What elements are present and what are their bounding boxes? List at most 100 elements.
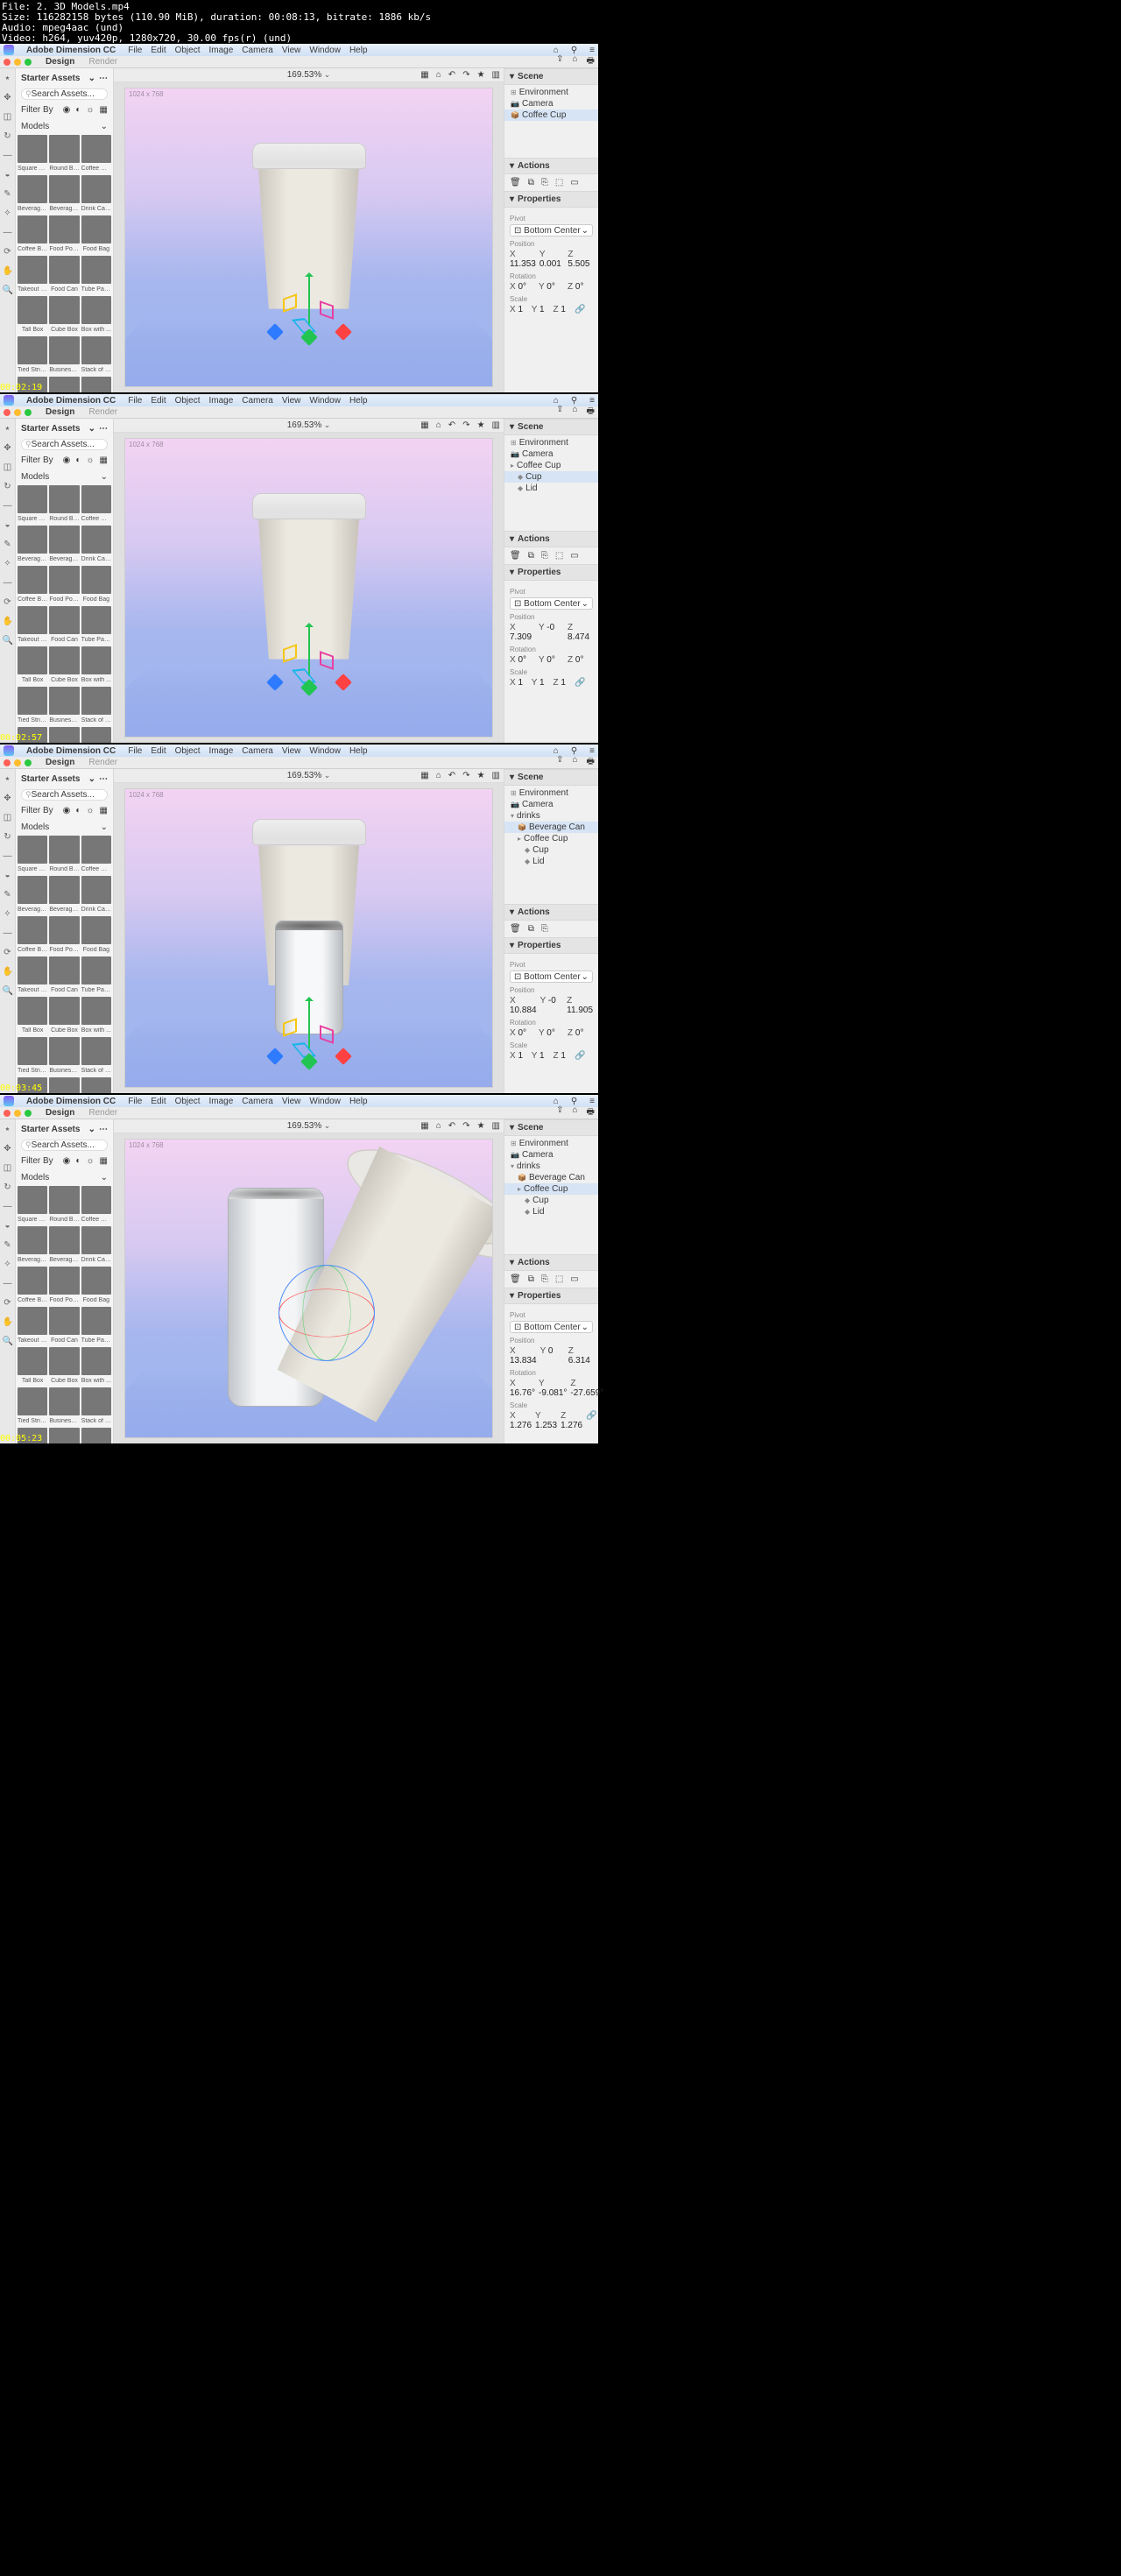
asset-thumb[interactable] [49, 1307, 79, 1335]
scale-tool-icon[interactable]: ◫ [3, 112, 13, 123]
action-button[interactable]: ⬚ [555, 1274, 563, 1284]
window-controls[interactable] [4, 1110, 32, 1117]
asset-thumb[interactable] [18, 876, 47, 904]
asset-thumb[interactable] [49, 727, 79, 743]
action-button[interactable]: ⧉ [528, 1274, 534, 1284]
action-button[interactable]: ⎘ [541, 551, 548, 561]
asset-thumb[interactable] [18, 485, 47, 513]
chevron-down-icon[interactable]: ⌄ [88, 424, 95, 434]
filter-models-icon[interactable]: ◉ [63, 1156, 71, 1166]
wand-tool-icon[interactable]: ✧ [3, 559, 13, 569]
menu-file[interactable]: File [128, 46, 142, 55]
redo-icon[interactable]: ↷ [462, 771, 469, 780]
undo-icon[interactable]: ↶ [448, 420, 455, 430]
menu-file[interactable]: File [128, 746, 142, 756]
chevron-down-icon[interactable]: ▾ [510, 72, 514, 81]
chevron-down-icon[interactable]: ⌄ [101, 822, 108, 832]
tree-item[interactable]: ▸Coffee Cup [504, 833, 598, 844]
chevron-down-icon[interactable]: ▾ [510, 568, 514, 577]
action-button[interactable]: ⧉ [528, 551, 534, 561]
asset-thumb[interactable] [49, 646, 79, 674]
orbit-tool-icon[interactable]: ⟳ [3, 597, 13, 608]
tree-item[interactable]: ⊞Environment [504, 87, 598, 98]
tab-design[interactable]: Design [46, 407, 74, 417]
camera-icon[interactable]: ⌂ [436, 70, 441, 80]
rotate-tool-icon[interactable]: ↻ [3, 1182, 13, 1193]
asset-thumb[interactable] [49, 1077, 79, 1093]
asset-thumb[interactable] [18, 997, 47, 1025]
render-preview-icon[interactable]: ▥ [492, 420, 500, 430]
asset-thumb[interactable] [18, 1186, 47, 1214]
tab-design[interactable]: Design [46, 758, 74, 767]
canvas-area[interactable]: 169.53% ⌄ ▦ ⌂ ↶ ↷ ★ ▥ 1024 x 768 [114, 68, 504, 392]
redo-icon[interactable]: ↷ [462, 420, 469, 430]
tree-item[interactable]: 📦Beverage Can [504, 1172, 598, 1183]
wand-tool-icon[interactable]: ✧ [3, 208, 13, 219]
asset-thumb[interactable] [81, 836, 111, 864]
tree-item[interactable]: ◆Lid [504, 1206, 598, 1217]
asset-thumb[interactable] [49, 956, 79, 985]
action-button[interactable]: ⬚ [555, 551, 563, 561]
tab-design[interactable]: Design [46, 57, 74, 67]
cloud-icon[interactable]: ⌂ [553, 1097, 559, 1106]
bookmark-icon[interactable]: ★ [477, 1121, 485, 1131]
wand-tool-icon[interactable]: ✧ [3, 909, 13, 920]
pivot-select[interactable]: ⊡ Bottom Center⌄ [510, 597, 593, 610]
asset-thumb[interactable] [18, 1387, 47, 1415]
window-controls[interactable] [4, 759, 32, 766]
asset-thumb[interactable] [49, 1387, 79, 1415]
chevron-down-icon[interactable]: ⌄ [88, 1125, 95, 1134]
tree-item[interactable]: ▸Coffee Cup [504, 1183, 598, 1195]
menu-camera[interactable]: Camera [242, 396, 273, 406]
filter-materials-icon[interactable]: ◐ [75, 1156, 81, 1166]
action-button[interactable]: 🗑 [510, 924, 521, 934]
filter-lights-icon[interactable]: ☼ [86, 1156, 94, 1166]
asset-thumb[interactable] [81, 687, 111, 715]
asset-thumb[interactable] [81, 1077, 111, 1093]
menu-camera[interactable]: Camera [242, 1097, 273, 1106]
menu-help[interactable]: Help [349, 746, 368, 756]
scale-xyz[interactable]: X 1Y 1Z 1🔗 [510, 305, 593, 314]
filter-images-icon[interactable]: ▦ [100, 806, 108, 815]
menu-image[interactable]: Image [209, 46, 234, 55]
chevron-down-icon[interactable]: ⌄ [101, 122, 108, 131]
asset-thumb[interactable] [49, 215, 79, 243]
chevron-down-icon[interactable]: ▾ [510, 1291, 514, 1301]
action-button[interactable]: ⎘ [541, 1274, 548, 1284]
asset-thumb[interactable] [49, 1186, 79, 1214]
filter-models-icon[interactable]: ◉ [63, 806, 71, 815]
asset-thumb[interactable] [18, 175, 47, 203]
rotation-xyz[interactable]: X 0°Y 0°Z 0° [510, 655, 593, 665]
asset-thumb[interactable] [49, 606, 79, 634]
cloud-icon[interactable]: ⌂ [553, 746, 559, 756]
asset-panel-title[interactable]: Starter Assets [21, 774, 80, 784]
grid-icon[interactable]: ▦ [420, 1121, 428, 1131]
rotate-tool-icon[interactable]: ↻ [3, 482, 13, 492]
orbit-tool-icon[interactable]: ⟳ [3, 948, 13, 958]
3d-viewport[interactable]: 1024 x 768 [124, 88, 493, 387]
canvas-area[interactable]: 169.53% ⌄ ▦ ⌂ ↶ ↷ ★ ▥ 1024 x 768 [114, 419, 504, 743]
menu-help[interactable]: Help [349, 396, 368, 406]
asset-thumb[interactable] [81, 175, 111, 203]
rotation-xyz[interactable]: X 0°Y 0°Z 0° [510, 1028, 593, 1038]
chevron-down-icon[interactable]: ▾ [510, 907, 514, 917]
filter-lights-icon[interactable]: ☼ [86, 806, 94, 815]
search-icon[interactable]: ⚲ [571, 1097, 577, 1106]
asset-thumb[interactable] [81, 135, 111, 163]
menu-view[interactable]: View [282, 46, 301, 55]
asset-thumb[interactable] [81, 1428, 111, 1443]
asset-thumb[interactable] [49, 1347, 79, 1375]
tab-design[interactable]: Design [46, 1108, 74, 1118]
pan-tool-icon[interactable]: ✋ [3, 967, 13, 977]
menu-object[interactable]: Object [175, 396, 201, 406]
menu-help[interactable]: Help [349, 46, 368, 55]
chevron-down-icon[interactable]: ⌄ [101, 472, 108, 482]
home-icon[interactable]: ⌂ [573, 54, 578, 69]
select-tool-icon[interactable]: ⭑ [3, 74, 13, 84]
select-tool-icon[interactable]: ⭑ [3, 774, 13, 785]
grid-icon[interactable]: ▦ [420, 70, 428, 80]
menu-file[interactable]: File [128, 1097, 142, 1106]
asset-thumb[interactable] [18, 1226, 47, 1254]
canvas-area[interactable]: 169.53% ⌄ ▦ ⌂ ↶ ↷ ★ ▥ 1024 x 768 [114, 1119, 504, 1443]
menu-window[interactable]: Window [309, 746, 341, 756]
